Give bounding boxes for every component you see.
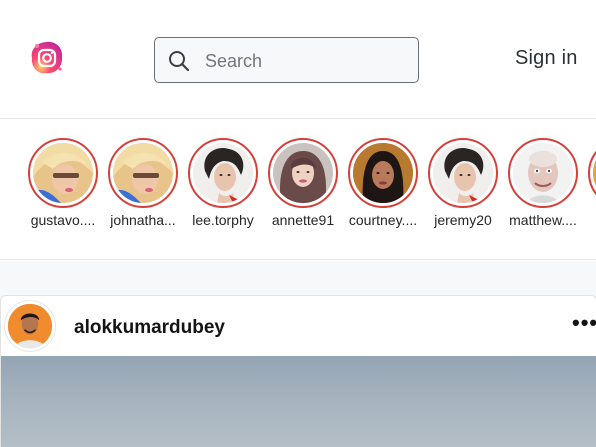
story-item[interactable]: johnatha... [103, 138, 183, 228]
story-ring [588, 138, 596, 208]
story-item[interactable]: c [583, 138, 596, 228]
post-username[interactable]: alokkumardubey [74, 317, 225, 339]
avatar [113, 143, 173, 203]
avatar [273, 143, 333, 203]
story-ring [268, 138, 338, 208]
story-username: jeremy20 [434, 212, 492, 228]
story-username: gustavo.... [30, 212, 96, 228]
story-username: matthew.... [509, 212, 577, 228]
story-item[interactable]: lee.torphy [183, 138, 263, 228]
post-header: alokkumardubey ••• [1, 296, 596, 356]
top-header: Sign in [0, 0, 596, 119]
story-ring [508, 138, 578, 208]
story-username: courtney.... [348, 212, 418, 228]
story-username: c [587, 212, 596, 228]
story-ring [348, 138, 418, 208]
avatar [193, 143, 253, 203]
story-ring [428, 138, 498, 208]
story-username: lee.torphy [192, 212, 254, 228]
story-ring [28, 138, 98, 208]
story-ring [108, 138, 178, 208]
story-item[interactable]: gustavo.... [23, 138, 103, 228]
story-username: johnatha... [110, 212, 176, 228]
avatar [353, 143, 413, 203]
search-input[interactable] [205, 48, 405, 74]
story-item[interactable]: courtney.... [343, 138, 423, 228]
post-image[interactable] [1, 356, 596, 447]
story-username: annette91 [271, 212, 335, 228]
search-box[interactable] [154, 37, 419, 83]
search-icon [169, 51, 190, 72]
story-ring [188, 138, 258, 208]
story-item[interactable]: matthew.... [503, 138, 583, 228]
avatar [513, 143, 573, 203]
sign-in-link[interactable]: Sign in [515, 47, 578, 70]
post-card: alokkumardubey ••• [0, 295, 596, 447]
story-item[interactable]: jeremy20 [423, 138, 503, 228]
stories-tray: gustavo.... johnatha... lee.torphy annet… [0, 120, 596, 260]
avatar [33, 143, 93, 203]
avatar [433, 143, 493, 203]
avatar[interactable] [4, 300, 56, 352]
instagram-logo-icon[interactable] [28, 39, 66, 77]
story-item[interactable]: annette91 [263, 138, 343, 228]
more-dots-icon[interactable]: ••• [572, 312, 596, 334]
